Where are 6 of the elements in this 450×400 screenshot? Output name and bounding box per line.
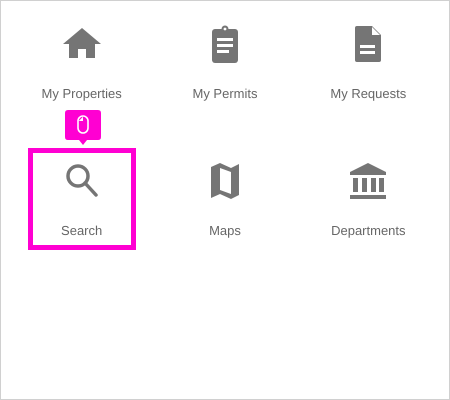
menu-tile[interactable]: My Properties — [28, 11, 136, 113]
cursor-badge — [64, 110, 101, 146]
menu-tile[interactable]: My Permits — [170, 11, 279, 113]
menu-tile[interactable]: Maps — [170, 148, 279, 250]
menu-tile[interactable]: My Requests — [314, 11, 422, 113]
menu-tile[interactable]: Departments — [314, 148, 422, 250]
